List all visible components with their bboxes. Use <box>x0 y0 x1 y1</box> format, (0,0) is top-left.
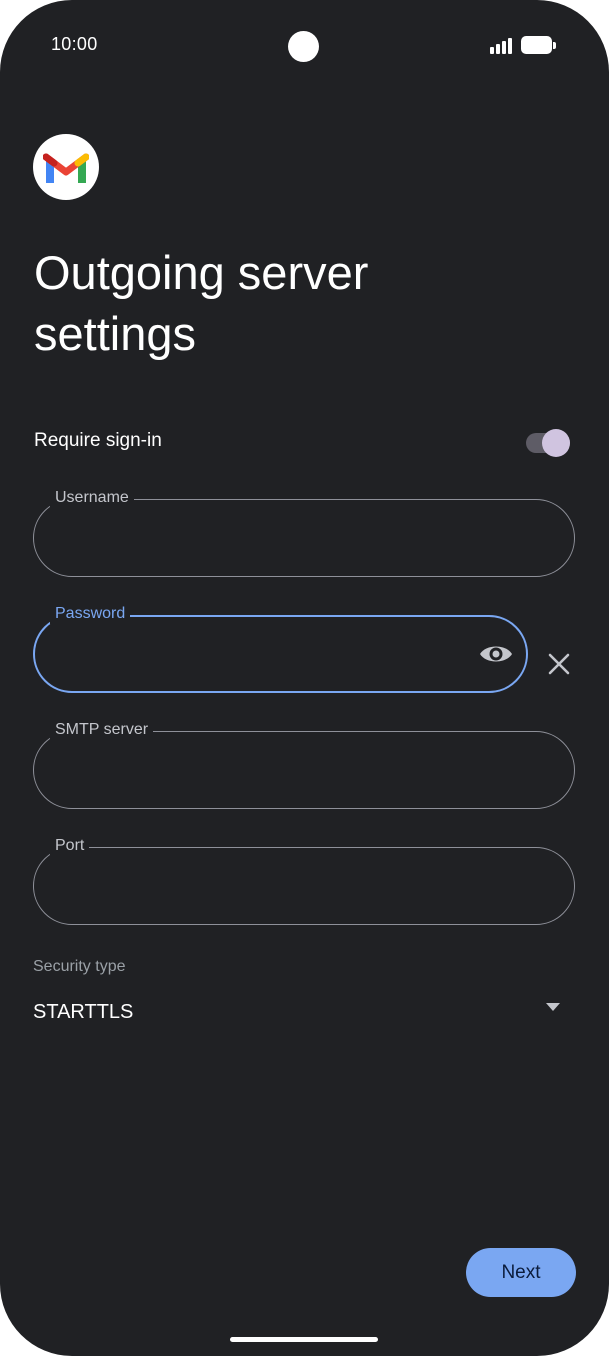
security-type-select[interactable]: STARTTLS <box>33 1001 133 1024</box>
port-field[interactable]: Port <box>33 836 575 925</box>
require-signin-toggle[interactable] <box>526 429 572 457</box>
port-label: Port <box>50 836 90 856</box>
dropdown-arrow-icon[interactable] <box>545 999 561 1011</box>
camera-cutout <box>288 31 319 62</box>
show-password-eye-icon[interactable] <box>478 638 514 670</box>
home-indicator[interactable] <box>230 1337 378 1342</box>
next-button[interactable]: Next <box>466 1248 576 1297</box>
page-title-line1: Outgoing server <box>34 246 369 299</box>
password-label: Password <box>50 604 131 624</box>
gmail-logo-icon <box>33 134 99 200</box>
signal-icon <box>490 36 516 54</box>
smtp-server-field[interactable]: SMTP server <box>33 720 575 809</box>
password-field[interactable]: Password <box>33 604 528 693</box>
page-title: Outgoing server settings <box>34 242 574 364</box>
username-label: Username <box>50 488 134 508</box>
phone-screen: 10:00 Outgoing server settings Require s… <box>0 0 609 1356</box>
battery-icon <box>521 36 556 54</box>
clear-password-close-icon[interactable] <box>543 648 575 680</box>
security-type-label: Security type <box>33 958 126 975</box>
status-time: 10:00 <box>51 34 98 54</box>
toggle-thumb <box>542 429 570 457</box>
username-field[interactable]: Username <box>33 488 575 577</box>
require-signin-label: Require sign-in <box>34 430 162 451</box>
smtp-server-label: SMTP server <box>50 720 154 740</box>
page-title-line2: settings <box>34 307 196 360</box>
